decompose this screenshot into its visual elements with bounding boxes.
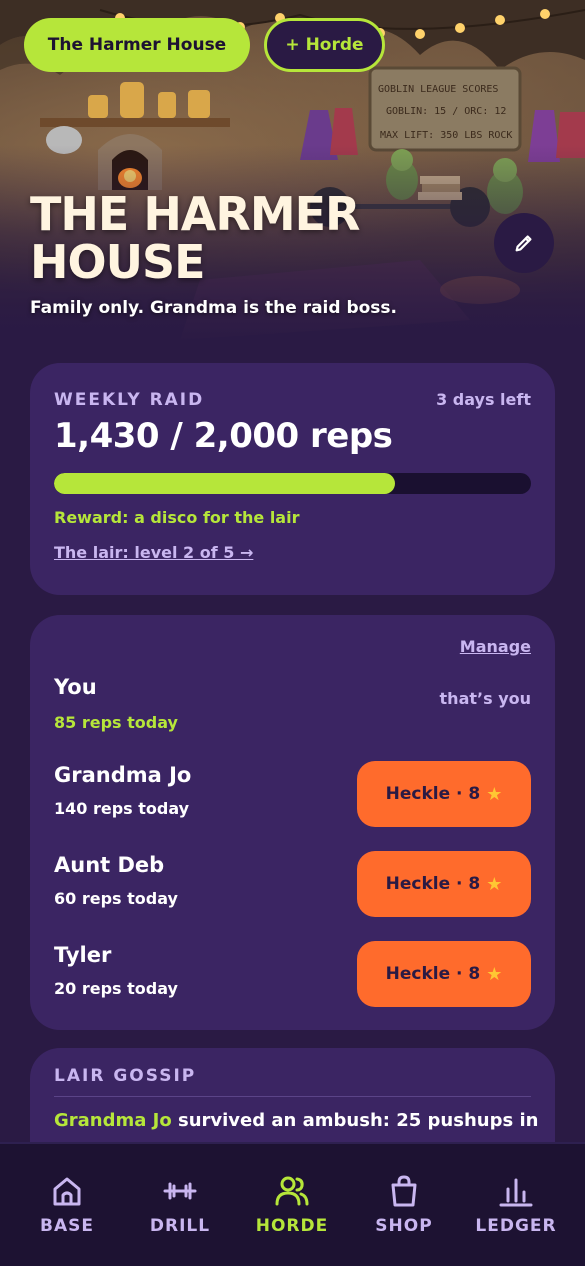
raid-rep-count: 1,430 / 2,000 reps <box>54 416 393 456</box>
shopping-bag-icon <box>391 1175 417 1207</box>
gossip-member-name[interactable]: Grandma Jo <box>54 1110 172 1131</box>
star-icon: ★ <box>486 783 503 805</box>
member-reps: 85 reps today <box>54 713 178 732</box>
nav-label-shop: SHOP <box>375 1216 433 1236</box>
nav-item-base[interactable]: BASE <box>12 1172 122 1242</box>
gossip-entry: Grandma Jo survived an ambush: 25 pushup… <box>54 1110 544 1131</box>
star-icon: ★ <box>486 963 503 985</box>
nav-label-horde: HORDE <box>255 1216 329 1236</box>
member-name: You <box>54 675 97 699</box>
member-name: Grandma Jo <box>54 763 192 787</box>
raid-progress-bar <box>54 473 531 494</box>
member-reps: 140 reps today <box>54 799 190 818</box>
member-name: Tyler <box>54 943 112 967</box>
raid-label: WEEKLY RAID <box>54 390 205 410</box>
dumbbell-icon <box>163 1182 197 1200</box>
raid-time-left: 3 days left <box>436 390 531 409</box>
sign-text-line2: GOBLIN: 15 / ORC: 12 <box>386 106 506 117</box>
manage-link[interactable]: Manage <box>460 637 531 656</box>
member-row: Tyler 20 reps today Heckle · 8 ★ <box>54 941 531 1007</box>
weekly-raid-card: WEEKLY RAID 3 days left 1,430 / 2,000 re… <box>30 363 555 595</box>
add-horde-label: + Horde <box>285 35 364 55</box>
page-title: THE HARMER HOUSE <box>30 187 360 289</box>
group-icon <box>275 1176 309 1206</box>
gossip-text: survived an ambush: 25 pushups in <box>171 1110 539 1131</box>
divider <box>54 1096 531 1097</box>
sign-text-line1: GOBLIN LEAGUE SCORES <box>378 84 498 95</box>
bottom-nav: BASE DRILL HORDE SHOP LEDGER <box>0 1142 585 1266</box>
member-row: Aunt Deb 60 reps today Heckle · 8 ★ <box>54 851 531 917</box>
pencil-icon <box>515 235 532 252</box>
house-pill-label: The Harmer House <box>47 35 227 55</box>
nav-label-drill: DRILL <box>149 1216 211 1236</box>
nav-item-ledger[interactable]: LEDGER <box>461 1172 571 1242</box>
home-icon <box>53 1177 81 1206</box>
nav-item-horde[interactable]: HORDE <box>237 1172 347 1242</box>
nav-label-base: BASE <box>40 1216 94 1236</box>
star-icon: ★ <box>486 873 503 895</box>
sign-text-line3: MAX LIFT: 350 LBS ROCK <box>380 130 512 141</box>
gossip-label: LAIR GOSSIP <box>54 1066 197 1086</box>
nav-label-ledger: LEDGER <box>475 1216 557 1236</box>
raid-progress-fill <box>54 473 396 494</box>
bar-chart-icon <box>499 1178 533 1207</box>
heckle-label: Heckle · 8 <box>385 964 481 984</box>
member-reps: 60 reps today <box>54 889 178 908</box>
page-subtitle: Family only. Grandma is the raid boss. <box>30 298 398 318</box>
thats-you-tag: that’s you <box>439 689 531 708</box>
add-horde-button[interactable]: + Horde <box>264 18 385 72</box>
nav-item-drill[interactable]: DRILL <box>125 1172 235 1242</box>
member-reps: 20 reps today <box>54 979 178 998</box>
house-selector-pill[interactable]: The Harmer House <box>24 18 250 72</box>
member-row: Grandma Jo 140 reps today Heckle · 8 ★ <box>54 761 531 827</box>
heckle-button[interactable]: Heckle · 8 ★ <box>357 761 531 827</box>
member-name: Aunt Deb <box>54 853 165 877</box>
horde-members-card: Manage You 85 reps today that’s you Gran… <box>30 615 555 1030</box>
raid-reward: Reward: a disco for the lair <box>54 508 300 527</box>
lair-level-link[interactable]: The lair: level 2 of 5 → <box>54 543 253 562</box>
heckle-label: Heckle · 8 <box>385 784 481 804</box>
hero-banner: GOBLIN LEAGUE SCORES GOBLIN: 15 / ORC: 1… <box>0 0 585 345</box>
heckle-button[interactable]: Heckle · 8 ★ <box>357 941 531 1007</box>
heckle-label: Heckle · 8 <box>385 874 481 894</box>
heckle-button[interactable]: Heckle · 8 ★ <box>357 851 531 917</box>
member-row-you: You 85 reps today that’s you <box>54 675 531 741</box>
edit-house-button[interactable] <box>494 213 554 273</box>
nav-item-shop[interactable]: SHOP <box>349 1172 459 1242</box>
